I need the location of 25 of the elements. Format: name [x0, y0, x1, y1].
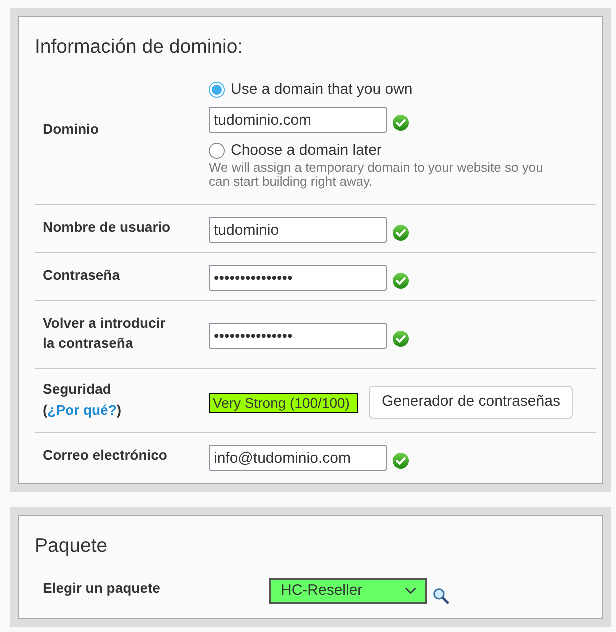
- section-title: Información de dominio:: [35, 35, 244, 60]
- strength-text: Very Strong (100/100): [212, 394, 351, 412]
- password-generator-button[interactable]: Generador de contraseñas: [369, 386, 574, 419]
- field-label: Volver a introducir la contraseña: [43, 314, 167, 353]
- input-field[interactable]: •••••••••••••••: [209, 323, 387, 349]
- field-label: Seguridad: [43, 380, 112, 399]
- radio-label[interactable]: Use a domain that you own: [231, 80, 413, 100]
- input-field[interactable]: tudominio: [209, 217, 387, 243]
- field-label: Elegir un paquete: [43, 579, 160, 598]
- radio-button[interactable]: [209, 82, 225, 98]
- field-label: Dominio: [43, 120, 99, 139]
- radio-label[interactable]: Choose a domain later: [231, 141, 382, 161]
- search-icon[interactable]: [433, 588, 449, 604]
- why-note: (¿Por qué?): [43, 401, 122, 420]
- field-label: Contraseña: [43, 266, 120, 285]
- section-title: Paquete: [35, 534, 109, 559]
- input-field[interactable]: tudominio.com: [209, 107, 387, 133]
- radio-button[interactable]: [209, 143, 225, 159]
- field-label: Nombre de usuario: [43, 218, 171, 237]
- help-text: We will assign a temporary domain to your website so you can start building right away.: [209, 161, 544, 189]
- why-link[interactable]: ¿Por qué?: [48, 402, 117, 418]
- input-field[interactable]: •••••••••••••••: [209, 265, 387, 291]
- input-field[interactable]: info@tudominio.com: [209, 445, 387, 471]
- field-label: Correo electrónico: [43, 446, 168, 465]
- package-select[interactable]: HC-Reseller: [269, 578, 427, 604]
